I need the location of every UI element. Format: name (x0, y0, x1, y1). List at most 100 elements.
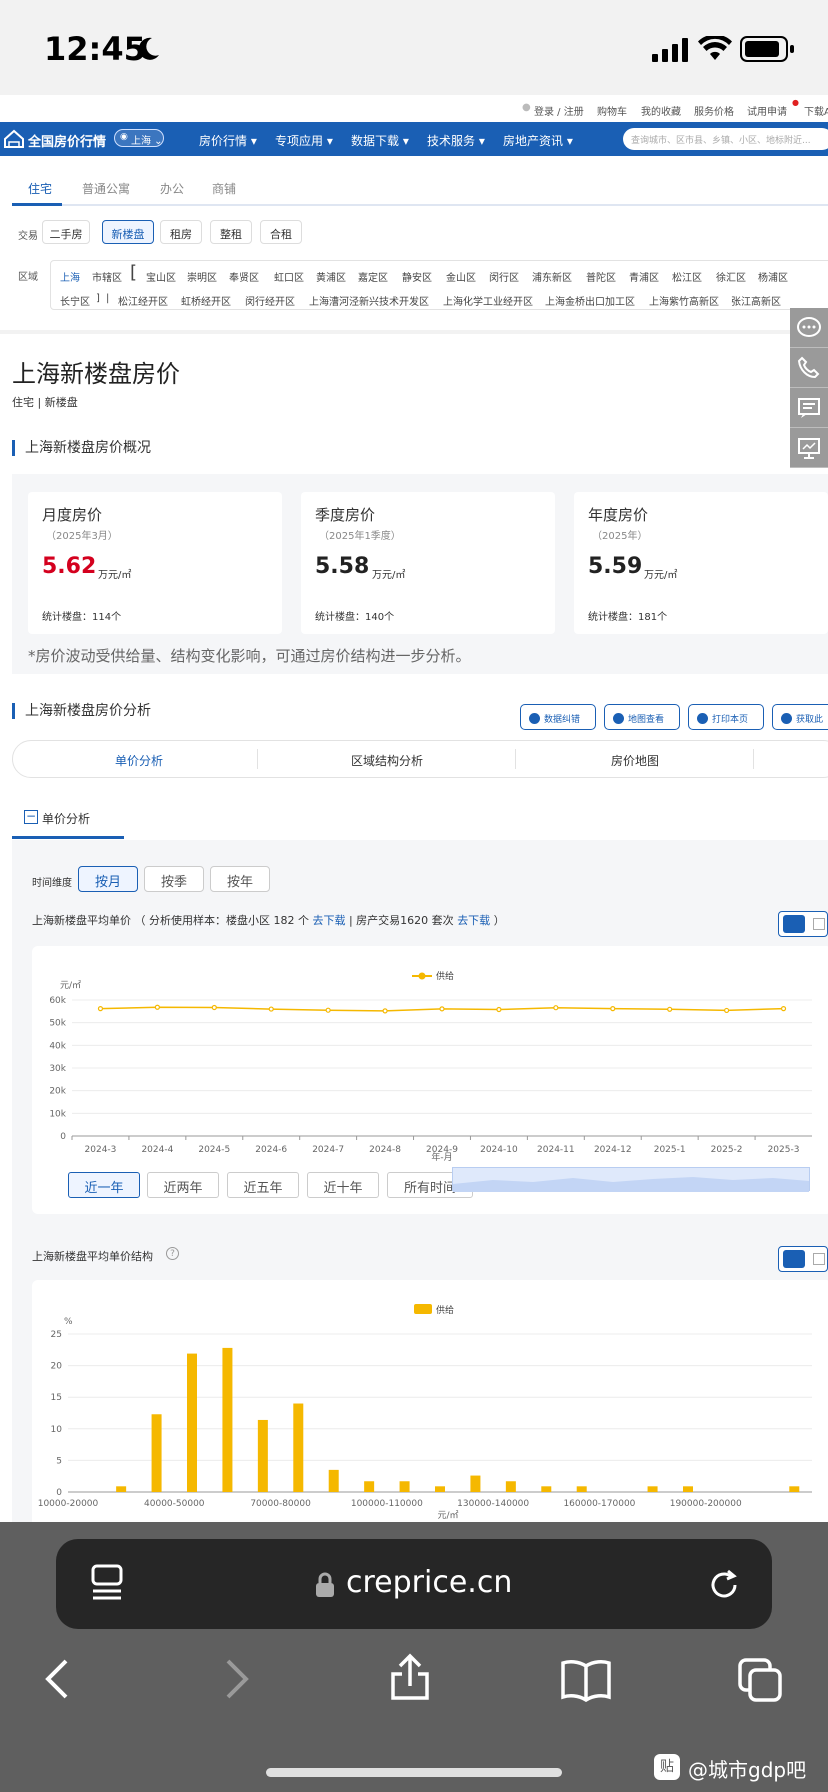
nav-item-download[interactable]: 数据下载 ▾ (351, 132, 409, 149)
trade-option-rent[interactable]: 租房 (160, 220, 202, 244)
trade-option-sharedrent[interactable]: 合租 (260, 220, 302, 244)
y-tick-label: 60k (49, 996, 66, 1006)
help-icon[interactable]: ? (166, 1247, 179, 1260)
side-phone-button[interactable] (790, 348, 828, 388)
table-view-icon[interactable] (813, 1253, 825, 1265)
time-quarterly-button[interactable]: 按季 (144, 866, 204, 892)
range-1y-button[interactable]: 近一年 (68, 1172, 140, 1198)
side-message-button[interactable] (790, 388, 828, 428)
city-selector[interactable]: ◉ 上海 ⌄ (114, 129, 164, 147)
segment-unit-price[interactable]: 单价分析 (115, 752, 163, 769)
region-option[interactable]: 青浦区 (629, 269, 659, 284)
chart-view-icon[interactable] (783, 1250, 805, 1268)
signal-icon (652, 38, 690, 66)
region-option[interactable]: 上海金桥出口加工区 (545, 293, 635, 308)
tab-shop[interactable]: 商铺 (212, 180, 236, 197)
nav-item-tech[interactable]: 技术服务 ▾ (427, 132, 485, 149)
trade-label: 交易 (18, 231, 38, 242)
region-option[interactable]: 上海 (60, 269, 80, 284)
region-option[interactable]: 上海漕河泾新兴技术开发区 (309, 293, 429, 308)
top-link-login[interactable]: 登录 / 注册 (534, 103, 584, 118)
download-link-1[interactable]: 去下载 (312, 914, 345, 927)
top-link-download[interactable]: 下载A (804, 103, 828, 118)
x-tick-label: 2024-7 (312, 1145, 344, 1155)
segment-price-map[interactable]: 房价地图 (611, 752, 659, 769)
tab-residential[interactable]: 住宅 (28, 180, 52, 197)
time-yearly-button[interactable]: 按年 (210, 866, 270, 892)
segment-region-structure[interactable]: 区域结构分析 (351, 752, 423, 769)
region-option[interactable]: 虹桥经开区 (181, 293, 231, 308)
tab-apartment[interactable]: 普通公寓 (82, 180, 130, 197)
top-link-favorites[interactable]: 我的收藏 (641, 103, 681, 118)
region-option[interactable]: 上海化学工业经开区 (443, 293, 533, 308)
side-chat-button[interactable] (790, 308, 828, 348)
forward-icon[interactable] (222, 1657, 252, 1701)
avg-price-caption: 上海新楼盘平均单价 （ 分析使用样本：楼盘小区 182 个 去下载 | 房产交易… (32, 914, 505, 927)
region-option[interactable]: 静安区 (402, 269, 432, 284)
region-option[interactable]: 松江区 (672, 269, 702, 284)
region-option[interactable]: 闵行区 (489, 269, 519, 284)
chart-table-toggle-1[interactable] (778, 911, 828, 937)
top-link-trial[interactable]: 试用申请 (747, 103, 787, 118)
region-option[interactable]: 嘉定区 (358, 269, 388, 284)
tabs-icon[interactable] (736, 1656, 784, 1704)
region-option[interactable]: 奉贤区 (229, 269, 259, 284)
map-view-button[interactable]: 地图查看 (604, 704, 680, 730)
range-5y-button[interactable]: 近五年 (227, 1172, 299, 1198)
nav-item-apps[interactable]: 专项应用 ▾ (275, 132, 333, 149)
bar-chart-card: % 0 5 10 15 20 25 10000-20000 40000-50000 70000-8… (32, 1280, 828, 1530)
trade-option-wholerent[interactable]: 整租 (210, 220, 252, 244)
region-option[interactable]: 浦东新区 (532, 269, 572, 284)
trade-option-secondhand[interactable]: 二手房 (42, 220, 90, 244)
print-button[interactable]: 打印本页 (688, 704, 764, 730)
region-option[interactable]: 张江高新区 (731, 293, 781, 308)
range-10y-button[interactable]: 近十年 (307, 1172, 379, 1198)
y-tick-label: 15 (51, 1393, 62, 1403)
site-logo[interactable]: 全国房价行情 (28, 131, 106, 150)
tab-office[interactable]: 办公 (160, 180, 184, 197)
top-link-pricing[interactable]: 服务价格 (694, 103, 734, 118)
collapse-icon[interactable]: − (24, 810, 38, 824)
region-option[interactable]: 崇明区 (187, 269, 217, 284)
region-option[interactable]: 松江经开区 (118, 293, 168, 308)
region-option[interactable]: 杨浦区 (758, 269, 788, 284)
tabs-overview-icon[interactable] (90, 1563, 126, 1603)
data-point (780, 1006, 787, 1012)
get-data-button[interactable]: 获取此 (772, 704, 828, 730)
trade-option-newhome[interactable]: 新楼盘 (102, 220, 154, 244)
share-icon[interactable] (388, 1652, 432, 1702)
house-logo-icon (3, 128, 25, 154)
card-title: 季度房价 (315, 506, 376, 524)
region-option[interactable]: 上海紫竹高新区 (649, 293, 719, 308)
back-icon[interactable] (42, 1657, 72, 1701)
region-option[interactable]: 闵行经开区 (245, 293, 295, 308)
region-option[interactable]: 市辖区 (92, 269, 122, 284)
time-monthly-button[interactable]: 按月 (78, 866, 138, 892)
chart-view-icon[interactable] (783, 915, 805, 933)
zoom-slider[interactable] (452, 1167, 810, 1192)
chart-table-toggle-2[interactable] (778, 1246, 828, 1272)
bar (399, 1481, 410, 1492)
nav-item-news[interactable]: 房地产资讯 ▾ (503, 132, 573, 149)
region-option[interactable]: 长宁区 (60, 293, 90, 308)
address-bar[interactable]: creprice.cn (56, 1539, 772, 1629)
region-option[interactable]: 宝山区 (146, 269, 176, 284)
region-option[interactable]: 金山区 (446, 269, 476, 284)
table-view-icon[interactable] (813, 918, 825, 930)
bookmarks-icon[interactable] (560, 1658, 612, 1702)
data-correction-button[interactable]: 数据纠错 (520, 704, 596, 730)
url-text: creprice.cn (346, 1565, 513, 1600)
region-option[interactable]: 普陀区 (586, 269, 616, 284)
search-input[interactable]: 查询城市、区市县、乡镇、小区、地标附近... (623, 128, 828, 150)
download-link-2[interactable]: 去下载 (457, 914, 490, 927)
region-option[interactable]: 黄浦区 (316, 269, 346, 284)
top-link-cart[interactable]: 购物车 (597, 103, 627, 118)
nav-item-price[interactable]: 房价行情 ▾ (199, 132, 257, 149)
bar (683, 1486, 693, 1492)
region-option[interactable]: 徐汇区 (716, 269, 746, 284)
filter-divider (0, 330, 828, 334)
reload-icon[interactable] (706, 1567, 742, 1603)
side-monitor-button[interactable] (790, 428, 828, 468)
region-option[interactable]: 虹口区 (274, 269, 304, 284)
range-2y-button[interactable]: 近两年 (147, 1172, 219, 1198)
